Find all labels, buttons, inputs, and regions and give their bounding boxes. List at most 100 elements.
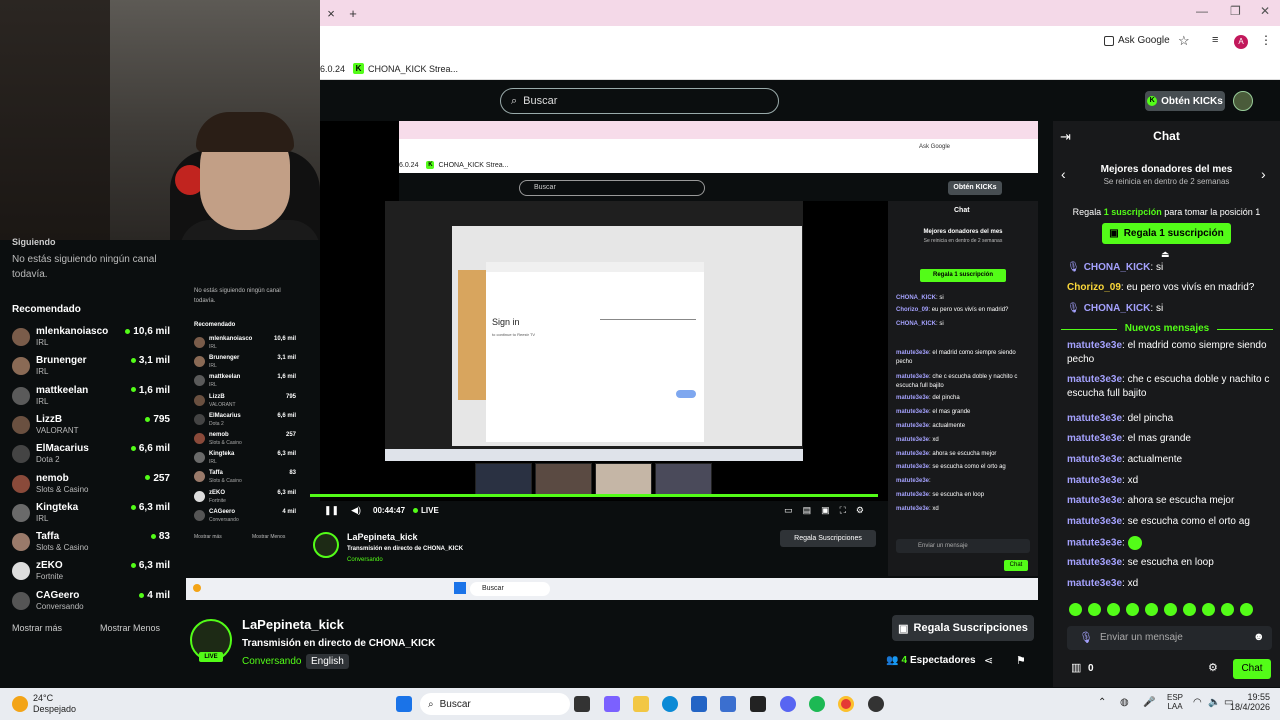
volume-icon[interactable]: ◀): [351, 505, 361, 516]
user-avatar[interactable]: [1233, 91, 1253, 111]
wifi-icon[interactable]: ◠: [1193, 697, 1202, 708]
language-tag[interactable]: English: [306, 654, 349, 669]
clip-icon[interactable]: ▭: [784, 505, 793, 516]
ask-google-button[interactable]: Ask Google: [1104, 35, 1170, 46]
thumbnail[interactable]: [535, 463, 592, 495]
chat-username[interactable]: matute3e3e: [1067, 340, 1122, 351]
app-icon[interactable]: [868, 696, 884, 712]
pip-icon[interactable]: ▣: [821, 505, 830, 516]
emote-icon[interactable]: [1240, 603, 1253, 616]
chat-username[interactable]: matute3e3e: [1067, 413, 1122, 424]
search-input[interactable]: ⌕ Buscar: [500, 88, 779, 114]
thumbnail[interactable]: [655, 463, 712, 495]
emote-icon[interactable]: [1126, 603, 1139, 616]
emoji-icon[interactable]: ☻: [1253, 631, 1265, 643]
discord-icon[interactable]: [780, 696, 796, 712]
language-indicator[interactable]: ESP LAA: [1167, 693, 1183, 711]
chat-username[interactable]: matute3e3e: [1067, 454, 1122, 465]
recommended-channel[interactable]: ElMacarius Dota 2 6,6 mil: [12, 443, 170, 467]
emote-icon[interactable]: [1202, 603, 1215, 616]
chat-username[interactable]: matute3e3e: [1067, 516, 1122, 527]
menu-kebab-icon[interactable]: ⋮: [1260, 33, 1272, 47]
share-icon[interactable]: ⋖: [984, 654, 993, 667]
gift-subs-button[interactable]: ▣ Regala Suscripciones: [892, 615, 1034, 641]
tray-chevron-icon[interactable]: ⌃: [1098, 697, 1106, 708]
chat-username[interactable]: CHONA_KICK: [1084, 303, 1151, 314]
stream-category[interactable]: Conversando: [242, 656, 301, 667]
playback-progress-bar[interactable]: [310, 494, 878, 497]
thumbnail[interactable]: [595, 463, 652, 495]
mail-icon[interactable]: [720, 696, 736, 712]
viewer-count: 6,3 mil: [130, 502, 170, 513]
edge-icon[interactable]: [662, 696, 678, 712]
pause-icon[interactable]: ❚❚: [324, 505, 339, 516]
emote-icon[interactable]: [1107, 603, 1120, 616]
recommended-channel[interactable]: LizzB VALORANT 795: [12, 414, 170, 438]
reading-list-icon[interactable]: ≡: [1212, 34, 1218, 46]
emote-icon[interactable]: [1221, 603, 1234, 616]
kicks-wallet-icon[interactable]: ▥: [1071, 661, 1081, 674]
send-chat-button[interactable]: Chat: [1233, 659, 1271, 679]
recommended-channel[interactable]: Taffa Slots & Casino 83: [12, 531, 170, 555]
chat-username[interactable]: matute3e3e: [1067, 374, 1122, 385]
emote-icon[interactable]: [1183, 603, 1196, 616]
window-minimize-button[interactable]: —: [1196, 4, 1208, 18]
chat-username[interactable]: CHONA_KICK: [1084, 262, 1151, 273]
new-tab-button[interactable]: +: [342, 6, 364, 21]
widgets-icon[interactable]: [604, 696, 620, 712]
emote-icon[interactable]: [1145, 603, 1158, 616]
tray-app-icon[interactable]: ◍: [1120, 697, 1129, 708]
emote-icon[interactable]: [1088, 603, 1101, 616]
chat-username[interactable]: matute3e3e: [1067, 495, 1122, 506]
recommended-channel[interactable]: Brunenger IRL 3,1 mil: [12, 355, 170, 379]
profile-avatar[interactable]: A: [1234, 35, 1248, 49]
nested-channel-name: Kingteka: [209, 451, 235, 458]
recommended-channel[interactable]: mlenkanoiasco IRL 10,6 mil: [12, 326, 170, 350]
recommended-channel[interactable]: Kingteka IRL 6,3 mil: [12, 502, 170, 526]
spotify-icon[interactable]: [809, 696, 825, 712]
chat-username[interactable]: matute3e3e: [1067, 433, 1122, 444]
emote-icon[interactable]: [1069, 603, 1082, 616]
get-kicks-button[interactable]: K Obtén KICKs: [1145, 91, 1225, 111]
show-less-link[interactable]: Mostrar Menos: [100, 623, 160, 633]
nested-username: Chorizo_09: [896, 307, 929, 313]
chat-username[interactable]: matute3e3e: [1067, 538, 1122, 549]
following-header: Siguiendo: [12, 237, 56, 247]
file-explorer-icon[interactable]: [633, 696, 649, 712]
channel-name[interactable]: LaPepineta_kick: [242, 617, 344, 632]
theater-icon[interactable]: ▤: [803, 505, 812, 516]
chat-username[interactable]: matute3e3e: [1067, 578, 1122, 589]
chat-username[interactable]: matute3e3e: [1067, 557, 1122, 568]
expand-icon[interactable]: ⏏: [1161, 249, 1170, 260]
close-tab-icon[interactable]: ×: [320, 6, 342, 21]
recommended-channel[interactable]: CAGeero Conversando 4 mil: [12, 590, 170, 614]
chat-message-input[interactable]: 🎙 Enviar un mensaje ☻: [1067, 626, 1272, 650]
tray-mic-icon[interactable]: 🎤: [1143, 697, 1155, 708]
taskbar-search[interactable]: ⌕ Buscar: [420, 693, 570, 715]
bookmark-star-icon[interactable]: ☆: [1178, 33, 1190, 49]
recommended-channel[interactable]: nemob Slots & Casino 257: [12, 473, 170, 497]
fullscreen-icon[interactable]: ⛶: [840, 505, 846, 516]
bookmark-item[interactable]: CHONA_KICK Strea...: [368, 64, 458, 74]
recommended-channel[interactable]: zEKO Fortnite 6,3 mil: [12, 560, 170, 584]
weather-icon[interactable]: [12, 696, 28, 712]
clock[interactable]: 19:55 18/4/2026: [1218, 692, 1270, 712]
settings-icon[interactable]: ⚙: [856, 505, 864, 516]
start-icon[interactable]: [396, 696, 412, 712]
new-messages-label: Nuevos mensajes: [1124, 323, 1210, 334]
chat-settings-icon[interactable]: ⚙: [1208, 661, 1218, 674]
gift-one-sub-button[interactable]: ▣ Regala 1 suscripción: [1102, 223, 1231, 244]
window-maximize-button[interactable]: ❐: [1230, 4, 1241, 18]
thumbnail[interactable]: [475, 463, 532, 495]
show-more-link[interactable]: Mostrar más: [12, 623, 62, 633]
chat-username[interactable]: Chorizo_09: [1067, 282, 1121, 293]
chat-username[interactable]: matute3e3e: [1067, 475, 1122, 486]
recommended-channel[interactable]: mattkeelan IRL 1,6 mil: [12, 385, 170, 409]
window-close-button[interactable]: ✕: [1260, 4, 1270, 18]
emote-icon[interactable]: [1164, 603, 1177, 616]
chrome-icon[interactable]: [838, 696, 854, 712]
report-icon[interactable]: ⚑: [1016, 654, 1026, 667]
store-icon[interactable]: [691, 696, 707, 712]
obs-icon[interactable]: [750, 696, 766, 712]
task-view-icon[interactable]: [574, 696, 590, 712]
